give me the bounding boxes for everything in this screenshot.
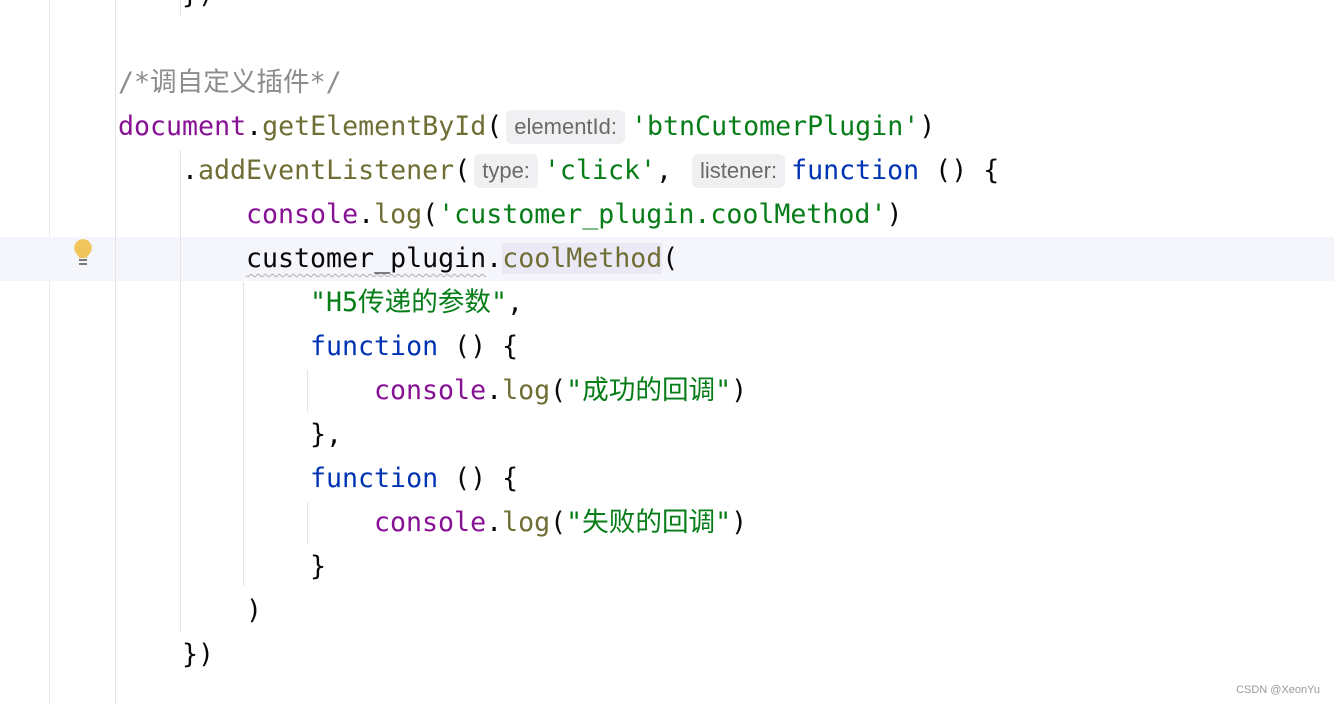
code-line[interactable]: /*调自定义插件*/ — [118, 61, 342, 105]
code-line[interactable]: ) — [246, 589, 262, 633]
code-token: ) — [731, 507, 748, 538]
code-token: function — [791, 155, 920, 186]
code-token: . — [486, 507, 503, 538]
code-line[interactable]: }) — [182, 633, 214, 677]
code-line[interactable]: "H5传递的参数", — [310, 281, 523, 325]
code-line[interactable]: document.getElementById(elementId:'btnCu… — [118, 105, 935, 149]
code-token: , — [507, 287, 524, 318]
gutter-divider — [49, 0, 50, 704]
code-token: function — [310, 463, 439, 494]
parameter-hint: type: — [474, 154, 538, 188]
code-token: 'btnCutomerPlugin' — [631, 111, 920, 142]
code-token: customer_plugin — [246, 243, 487, 274]
code-token: () { — [919, 155, 1000, 186]
code-token: log — [502, 507, 551, 538]
code-token: 'customer_plugin.coolMethod' — [438, 199, 887, 230]
code-line[interactable]: console.log('customer_plugin.coolMethod'… — [246, 193, 902, 237]
code-token: . — [182, 155, 199, 186]
code-token: ( — [662, 243, 679, 274]
lightbulb-icon[interactable] — [72, 238, 94, 268]
code-token: console — [374, 375, 487, 406]
code-token: "H5传递的参数" — [310, 287, 508, 318]
code-token: "成功的回调" — [566, 375, 732, 406]
indent-guide — [307, 370, 308, 412]
code-line[interactable]: console.log("成功的回调") — [374, 369, 747, 413]
code-token: coolMethod — [502, 243, 663, 274]
code-token: ) — [886, 199, 903, 230]
code-token: ) — [731, 375, 748, 406]
code-line[interactable]: } — [310, 545, 326, 589]
indent-guide — [180, 0, 181, 16]
code-token: console — [246, 199, 359, 230]
parameter-hint: elementId: — [506, 110, 626, 144]
code-token: function — [310, 331, 439, 362]
code-token: "失败的回调" — [566, 507, 732, 538]
code-token: }) — [182, 0, 214, 10]
code-token: ( — [454, 155, 471, 186]
code-token: . — [486, 375, 503, 406]
code-token: console — [374, 507, 487, 538]
code-line[interactable]: .addEventListener(type:'click', listener… — [182, 149, 999, 193]
code-line[interactable]: function () { — [310, 457, 518, 501]
code-token: () { — [438, 463, 519, 494]
code-line[interactable]: function () { — [310, 325, 518, 369]
code-token: 'click' — [543, 155, 656, 186]
code-line[interactable]: customer_plugin.coolMethod( — [246, 237, 678, 281]
code-token: getElementById — [262, 111, 487, 142]
code-line[interactable]: }) — [182, 0, 214, 17]
watermark: CSDN @XeonYu — [1236, 684, 1320, 696]
code-token: . — [486, 243, 503, 274]
code-token: . — [246, 111, 263, 142]
code-token: , — [656, 155, 689, 186]
code-token: ) — [246, 595, 263, 626]
code-token: /*调自定义插件*/ — [118, 67, 342, 98]
code-token: ( — [486, 111, 503, 142]
code-token: } — [310, 551, 327, 582]
code-token: addEventListener — [198, 155, 455, 186]
code-token: document — [118, 111, 247, 142]
code-token: log — [374, 199, 423, 230]
code-line[interactable]: console.log("失败的回调") — [374, 501, 747, 545]
code-token: . — [358, 199, 375, 230]
parameter-hint: listener: — [692, 154, 786, 188]
indent-guide — [180, 150, 181, 632]
code-token: ) — [919, 111, 936, 142]
indent-guide — [243, 282, 244, 586]
indent-guide — [115, 0, 116, 704]
code-token: ( — [422, 199, 439, 230]
code-token: ( — [550, 375, 567, 406]
indent-guide — [307, 502, 308, 544]
code-token: }) — [182, 639, 215, 670]
code-token: }, — [310, 419, 343, 450]
code-line[interactable]: }, — [310, 413, 342, 457]
code-token: () { — [438, 331, 519, 362]
code-token: log — [502, 375, 551, 406]
code-token: ( — [550, 507, 567, 538]
